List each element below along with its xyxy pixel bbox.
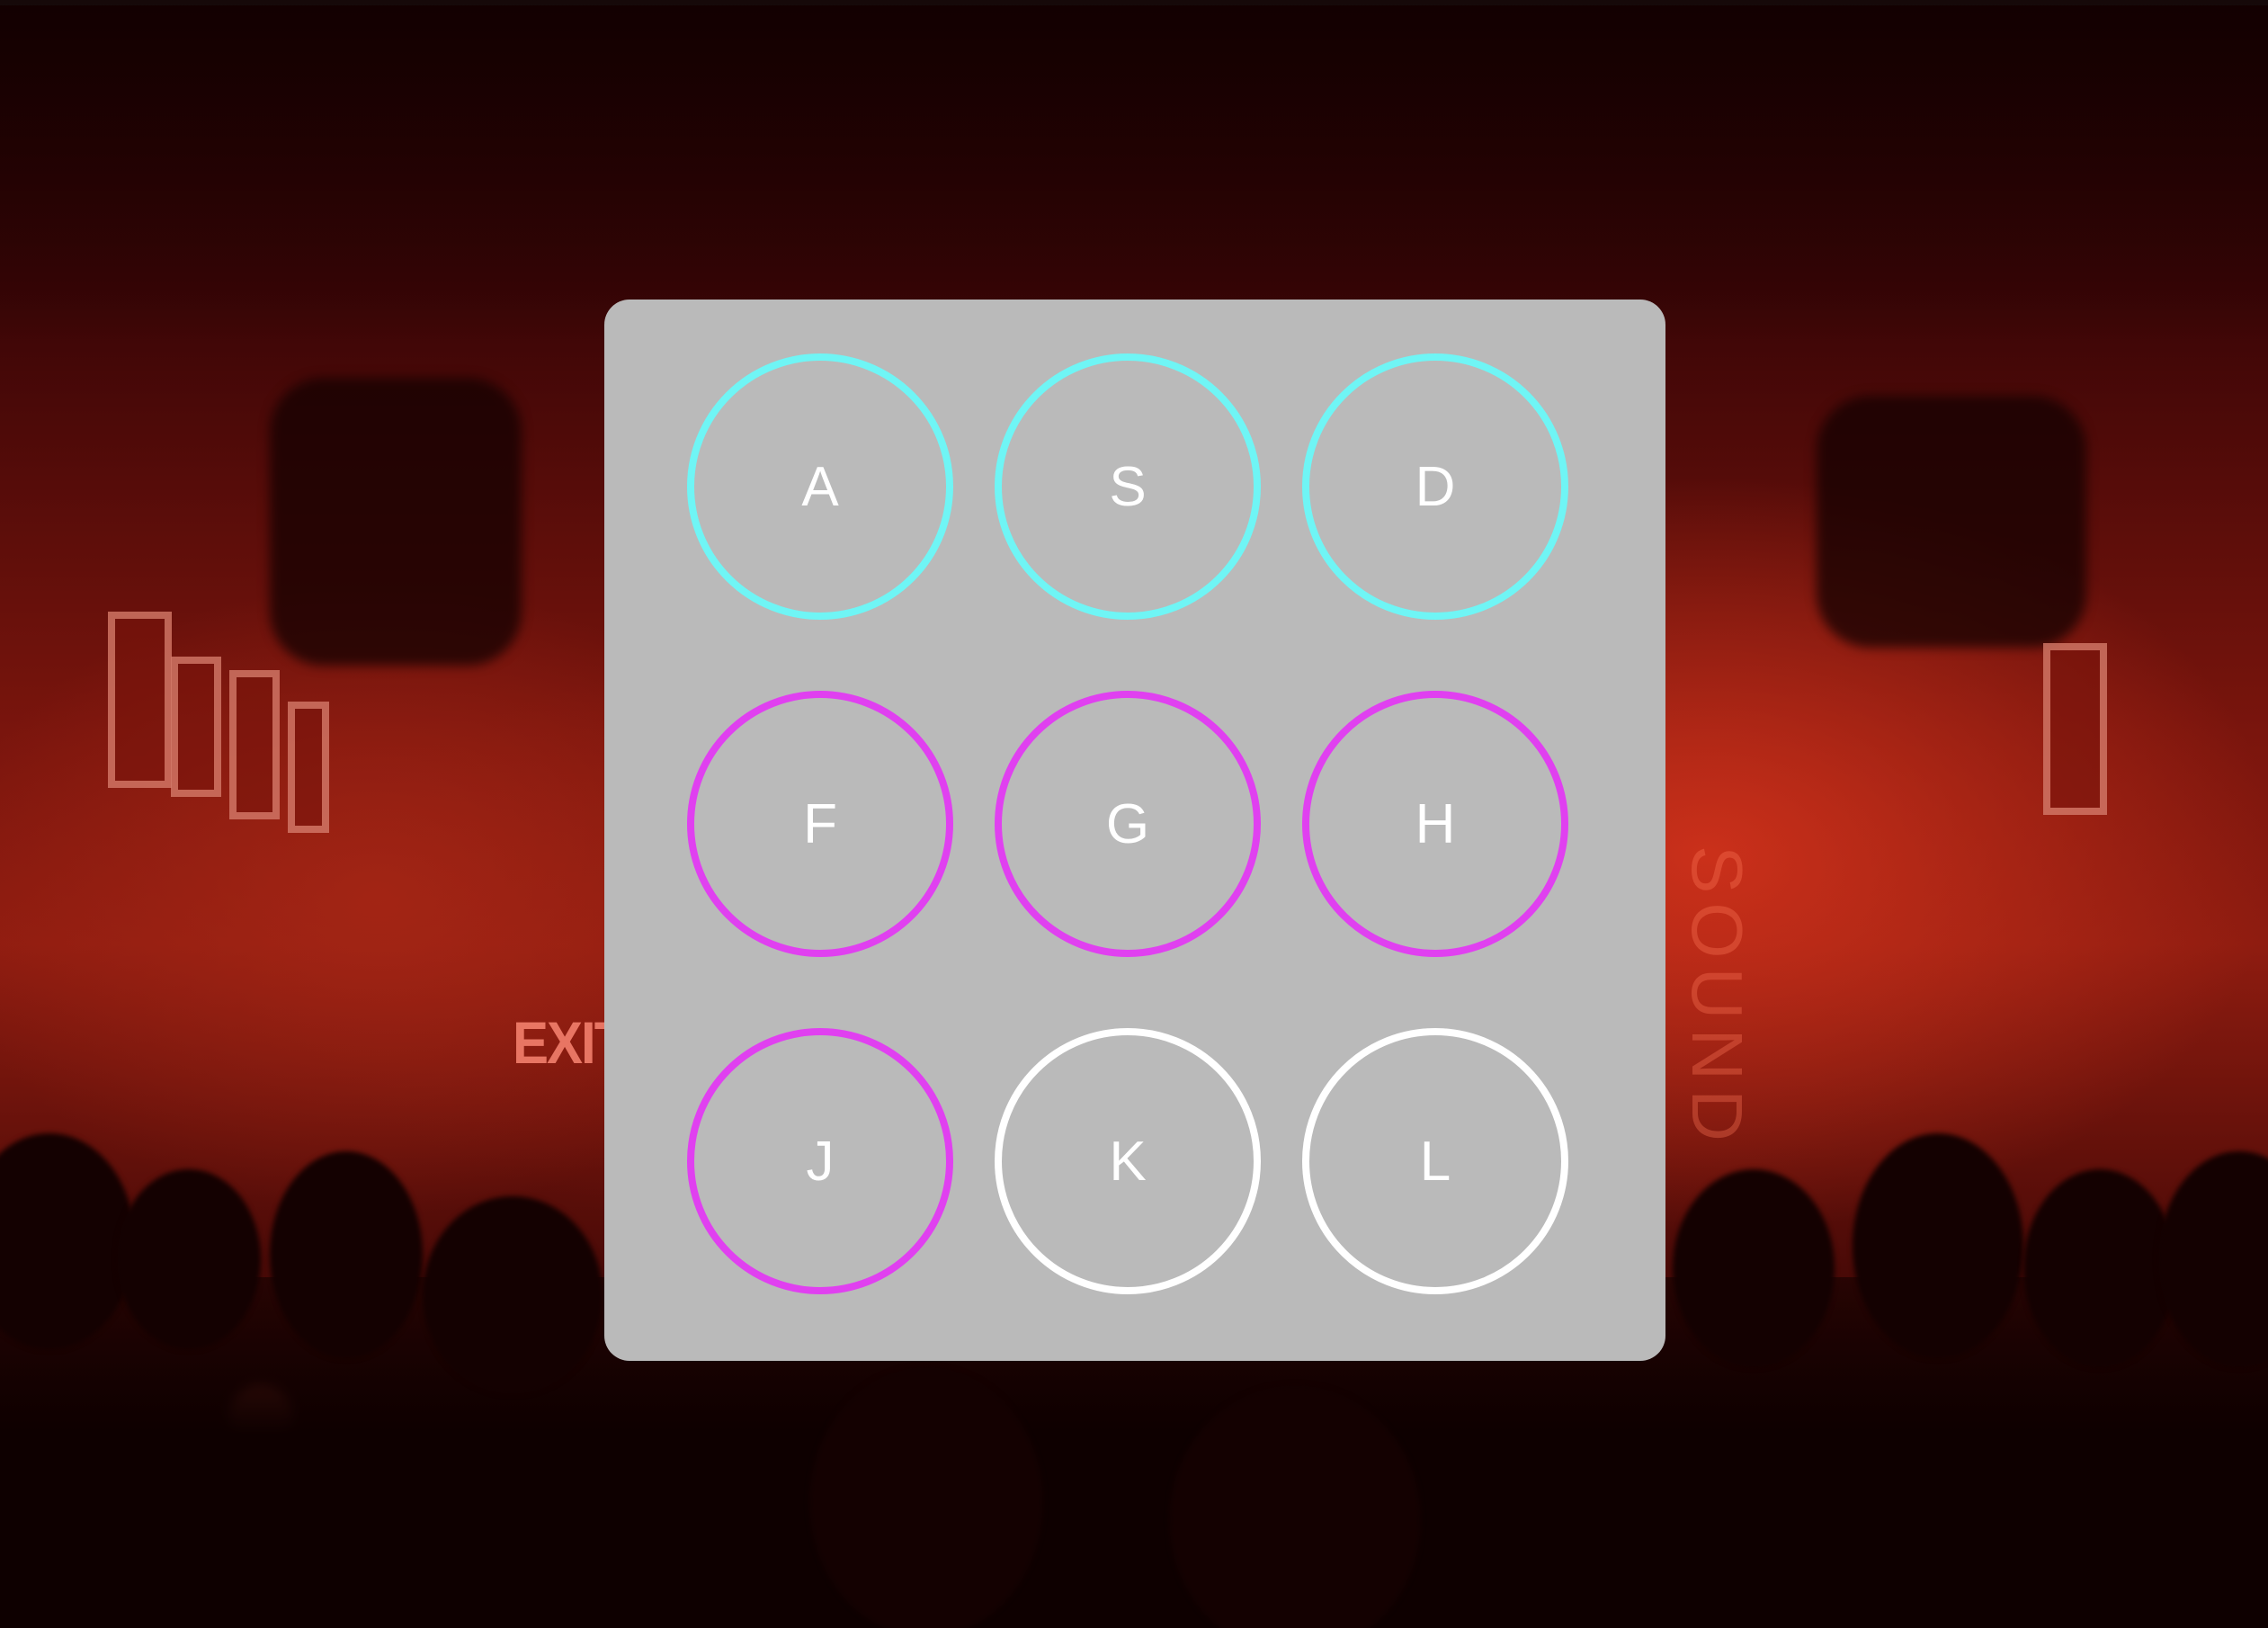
pad-key-label: G: [1105, 792, 1150, 855]
drum-pad-panel: A S D F G H J K L: [604, 300, 1665, 1361]
crowd-head: [423, 1196, 603, 1394]
crowd-head: [809, 1367, 1043, 1628]
wall-frame: [229, 670, 280, 819]
crowd-head: [1853, 1133, 2023, 1358]
drum-pad-g[interactable]: G: [995, 691, 1261, 957]
drum-pad-k[interactable]: K: [995, 1028, 1261, 1294]
crowd-head: [1673, 1169, 1835, 1367]
wall-frame: [288, 702, 329, 833]
drum-pad-d[interactable]: D: [1302, 353, 1568, 620]
pad-key-label: K: [1109, 1130, 1147, 1193]
pad-key-label: F: [803, 792, 837, 855]
wall-frame: [108, 612, 172, 788]
drum-pad-l[interactable]: L: [1302, 1028, 1568, 1294]
pad-key-label: L: [1419, 1130, 1451, 1193]
ceiling-shadow: [0, 0, 2268, 342]
drum-pad-f[interactable]: F: [687, 691, 953, 957]
drum-pad-h[interactable]: H: [1302, 691, 1568, 957]
speaker-right: [1817, 396, 2086, 648]
crowd-head: [117, 1169, 261, 1349]
drum-pad-a[interactable]: A: [687, 353, 953, 620]
wall-frame: [2043, 643, 2107, 815]
crowd-head: [2023, 1169, 2176, 1367]
drum-pad-s[interactable]: S: [995, 353, 1261, 620]
pad-key-label: J: [806, 1130, 835, 1193]
wall-frame: [171, 657, 221, 797]
stage-sign: SOUND: [1677, 845, 1757, 1150]
pad-key-label: H: [1415, 792, 1456, 855]
pad-key-label: D: [1415, 455, 1456, 518]
pad-key-label: A: [801, 455, 839, 518]
speaker-left: [270, 378, 522, 666]
drum-pad-j[interactable]: J: [687, 1028, 953, 1294]
crowd-head: [270, 1151, 423, 1358]
pad-key-label: S: [1109, 455, 1147, 518]
